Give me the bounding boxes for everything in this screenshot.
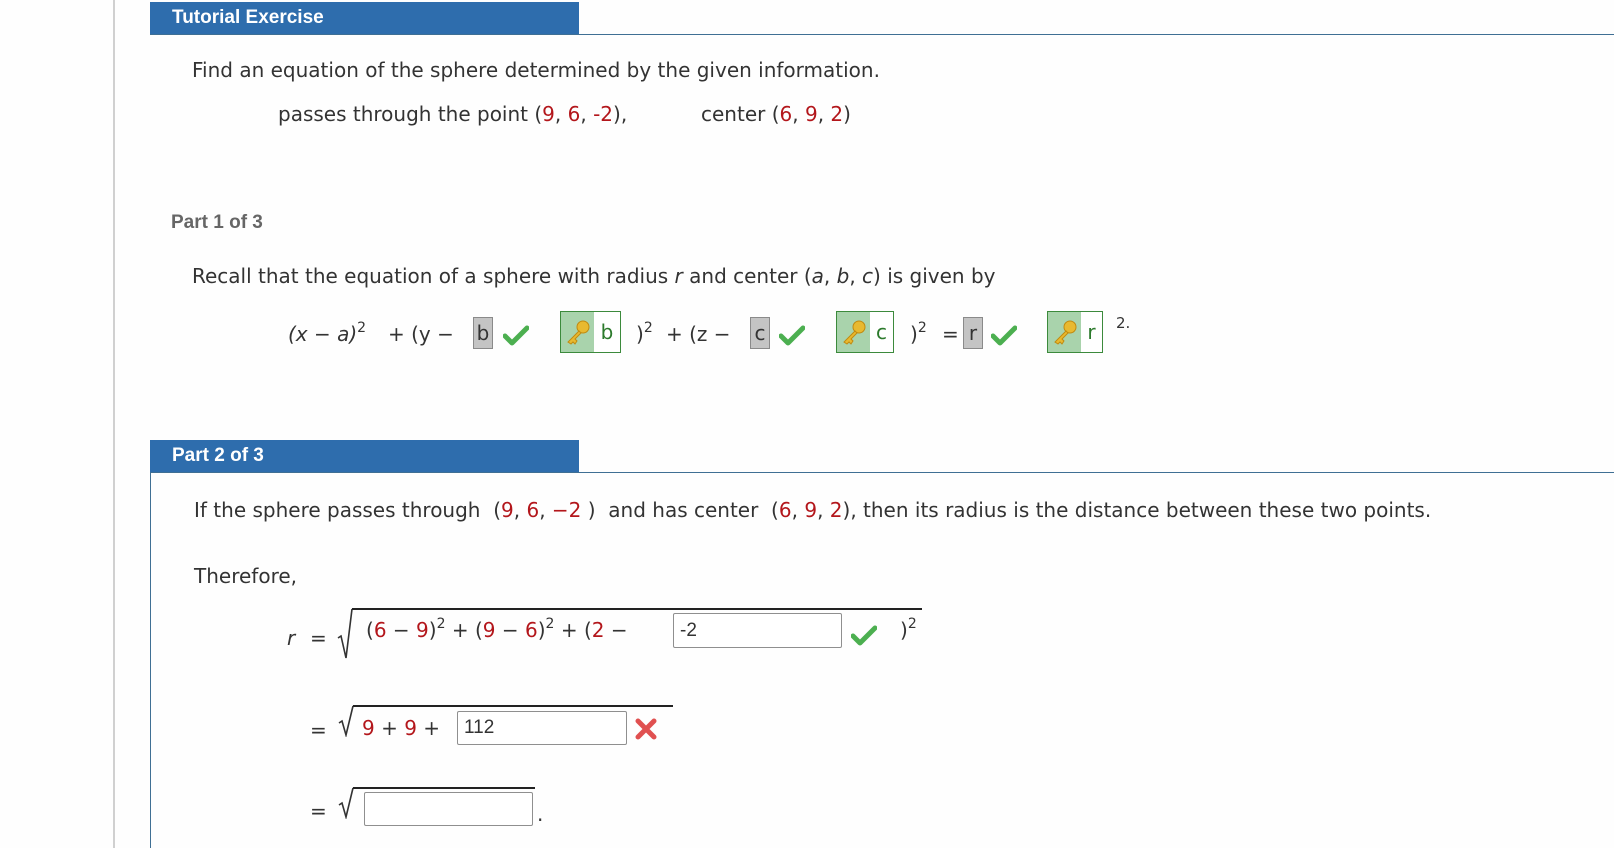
row2-answer-input[interactable] (457, 711, 627, 745)
answer-b-field[interactable]: b (473, 317, 493, 349)
key-icon (561, 312, 594, 352)
key-answer-c[interactable]: c (836, 311, 894, 353)
answer-c-field[interactable]: c (750, 317, 770, 349)
eq-plus-z: + (z − (666, 322, 731, 346)
part2-header: Part 2 of 3 (150, 440, 579, 472)
header-rule (150, 34, 1614, 35)
row3-period: . (537, 802, 544, 826)
row2-expression: 9 + 9 + (362, 716, 441, 740)
sqrt-overline (353, 705, 673, 707)
problem-prompt: Find an equation of the sphere determine… (192, 58, 880, 82)
check-icon (503, 325, 529, 346)
sqrt-icon (338, 787, 354, 819)
part1-label: Part 1 of 3 (171, 212, 263, 233)
sqrt-icon (338, 705, 354, 737)
eq-term-x: (x − a)2 (288, 320, 367, 346)
row1-answer-input[interactable] (673, 613, 842, 648)
row3-equals: = (310, 799, 327, 823)
eq-close-b: )2 (636, 320, 653, 346)
key-answer-b[interactable]: b (560, 311, 621, 353)
check-icon (851, 625, 877, 646)
part2-rule (150, 472, 1614, 473)
center-z: 2 (830, 102, 844, 126)
problem-given: passes through the point (9, 6, -2), (278, 102, 628, 126)
part2-left-border (150, 472, 151, 848)
sqrt-icon (337, 608, 353, 659)
row1-close: )2 (900, 616, 917, 642)
row3-answer-input[interactable] (364, 792, 533, 826)
eq-plus-y: + (y − (388, 322, 454, 346)
left-divider (113, 0, 115, 848)
check-icon (779, 325, 805, 346)
center-y: 9 (804, 102, 818, 126)
key-icon (837, 312, 870, 352)
eq-equals: = (942, 322, 959, 346)
answer-r-field[interactable]: r (963, 317, 983, 349)
part1-recall: Recall that the equation of a sphere wit… (192, 264, 996, 288)
row1-lhs: r (287, 626, 296, 650)
sqrt-overline (352, 608, 922, 610)
point-z: -2 (593, 102, 614, 126)
eq-exp-end: 2. (1116, 314, 1131, 332)
therefore-label: Therefore, (194, 564, 298, 588)
row1-equals: = (310, 626, 327, 650)
row1-expression: (6 − 9)2 + (9 − 6)2 + (2 − (366, 616, 628, 642)
point-y: 6 (567, 102, 581, 126)
check-icon (991, 325, 1017, 346)
key-answer-r[interactable]: r (1047, 311, 1103, 353)
part2-intro: If the sphere passes through (9, 6, −2 )… (194, 498, 1432, 522)
row2-equals: = (310, 718, 327, 742)
problem-center: center (6, 9, 2) (701, 102, 851, 126)
sqrt-overline (353, 787, 535, 789)
tutorial-header: Tutorial Exercise (150, 2, 579, 34)
eq-close-c: )2 (910, 320, 927, 346)
incorrect-x-icon (635, 718, 657, 740)
center-x: 6 (779, 102, 793, 126)
key-icon (1048, 312, 1081, 352)
point-x: 9 (542, 102, 555, 126)
